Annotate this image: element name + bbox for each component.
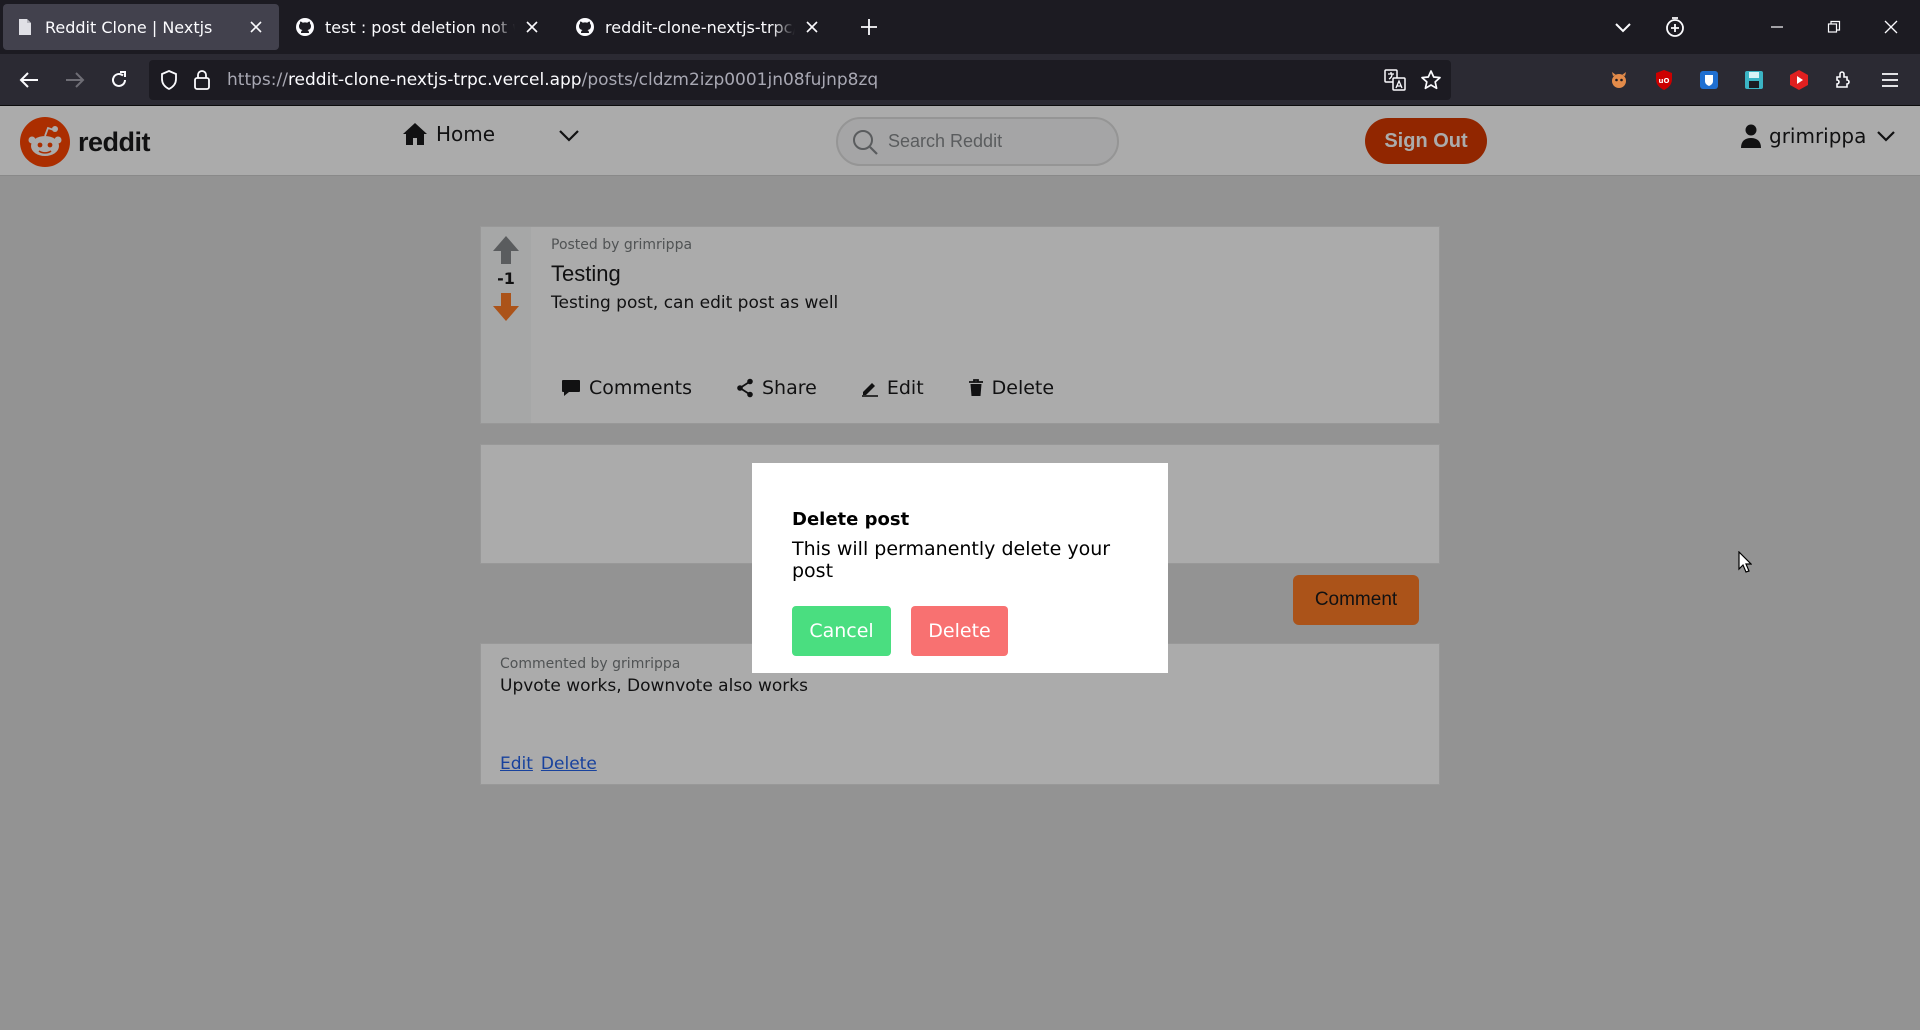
extension-fox-icon[interactable] — [1605, 66, 1633, 94]
github-icon — [295, 17, 315, 37]
tab-github-issue[interactable]: test : post deletion not working — [283, 4, 555, 50]
close-tab-icon[interactable] — [245, 16, 267, 38]
url-text[interactable]: https://reddit-clone-nextjs-trpc.vercel.… — [227, 70, 878, 90]
reload-button[interactable] — [104, 65, 134, 95]
lock-icon[interactable] — [193, 69, 211, 95]
shield-icon[interactable] — [159, 70, 179, 94]
github-icon — [575, 17, 595, 37]
save-extension-icon[interactable] — [1740, 66, 1768, 94]
page-favicon-icon — [15, 17, 35, 37]
bitwarden-icon[interactable] — [1695, 66, 1723, 94]
svg-text:uO: uO — [1659, 77, 1670, 85]
translate-icon[interactable] — [1384, 69, 1406, 95]
extensions-puzzle-icon[interactable] — [1830, 66, 1858, 94]
bookmark-star-icon[interactable] — [1420, 69, 1442, 95]
dialog-title: Delete post — [792, 509, 910, 530]
minimize-button[interactable] — [1762, 12, 1792, 42]
tab-title: reddit-clone-nextjs-trpc/README.md — [605, 17, 795, 37]
dialog-buttons: Cancel Delete — [792, 606, 1128, 656]
tab-title: Reddit Clone | Nextjs — [45, 17, 213, 37]
youtube-extension-icon[interactable] — [1785, 66, 1813, 94]
tab-github-readme[interactable]: reddit-clone-nextjs-trpc/README.md — [563, 4, 835, 50]
hamburger-menu-icon[interactable] — [1876, 66, 1904, 94]
close-tab-icon[interactable] — [521, 16, 543, 38]
url-bar[interactable]: https://reddit-clone-nextjs-trpc.vercel.… — [149, 60, 1451, 100]
delete-post-dialog: Delete post This will permanently delete… — [752, 463, 1168, 673]
tab-title: test : post deletion not working — [325, 17, 515, 37]
chevron-down-icon — [1615, 23, 1631, 33]
list-all-tabs-button[interactable] — [1608, 14, 1638, 42]
minimize-icon — [1771, 26, 1783, 28]
browser-nav-bar: https://reddit-clone-nextjs-trpc.vercel.… — [0, 54, 1920, 106]
arrow-left-icon — [19, 72, 38, 88]
web-page: reddit Home Sign Out grimrippa -1 Posted… — [0, 106, 1920, 1030]
pocket-button[interactable] — [1660, 12, 1690, 42]
forward-button[interactable] — [60, 65, 90, 95]
close-tab-icon[interactable] — [801, 16, 823, 38]
arrow-right-icon — [66, 72, 85, 88]
reload-icon — [112, 71, 126, 87]
back-button[interactable] — [14, 65, 44, 95]
timer-icon — [1666, 17, 1684, 37]
close-icon — [1884, 20, 1898, 34]
plus-icon — [861, 19, 877, 35]
browser-tab-bar: Reddit Clone | Nextjs test : post deleti… — [0, 0, 1920, 54]
ublock-origin-icon[interactable]: uO — [1650, 66, 1678, 94]
confirm-delete-button[interactable]: Delete — [911, 606, 1008, 656]
dialog-message: This will permanently delete your post — [792, 538, 1111, 582]
new-tab-button[interactable] — [856, 12, 882, 42]
tab-reddit-clone[interactable]: Reddit Clone | Nextjs — [3, 4, 279, 50]
close-window-button[interactable] — [1876, 12, 1906, 42]
restore-icon — [1827, 20, 1841, 33]
mouse-cursor-icon — [1738, 551, 1752, 573]
cancel-button[interactable]: Cancel — [792, 606, 891, 656]
restore-button[interactable] — [1819, 12, 1849, 42]
